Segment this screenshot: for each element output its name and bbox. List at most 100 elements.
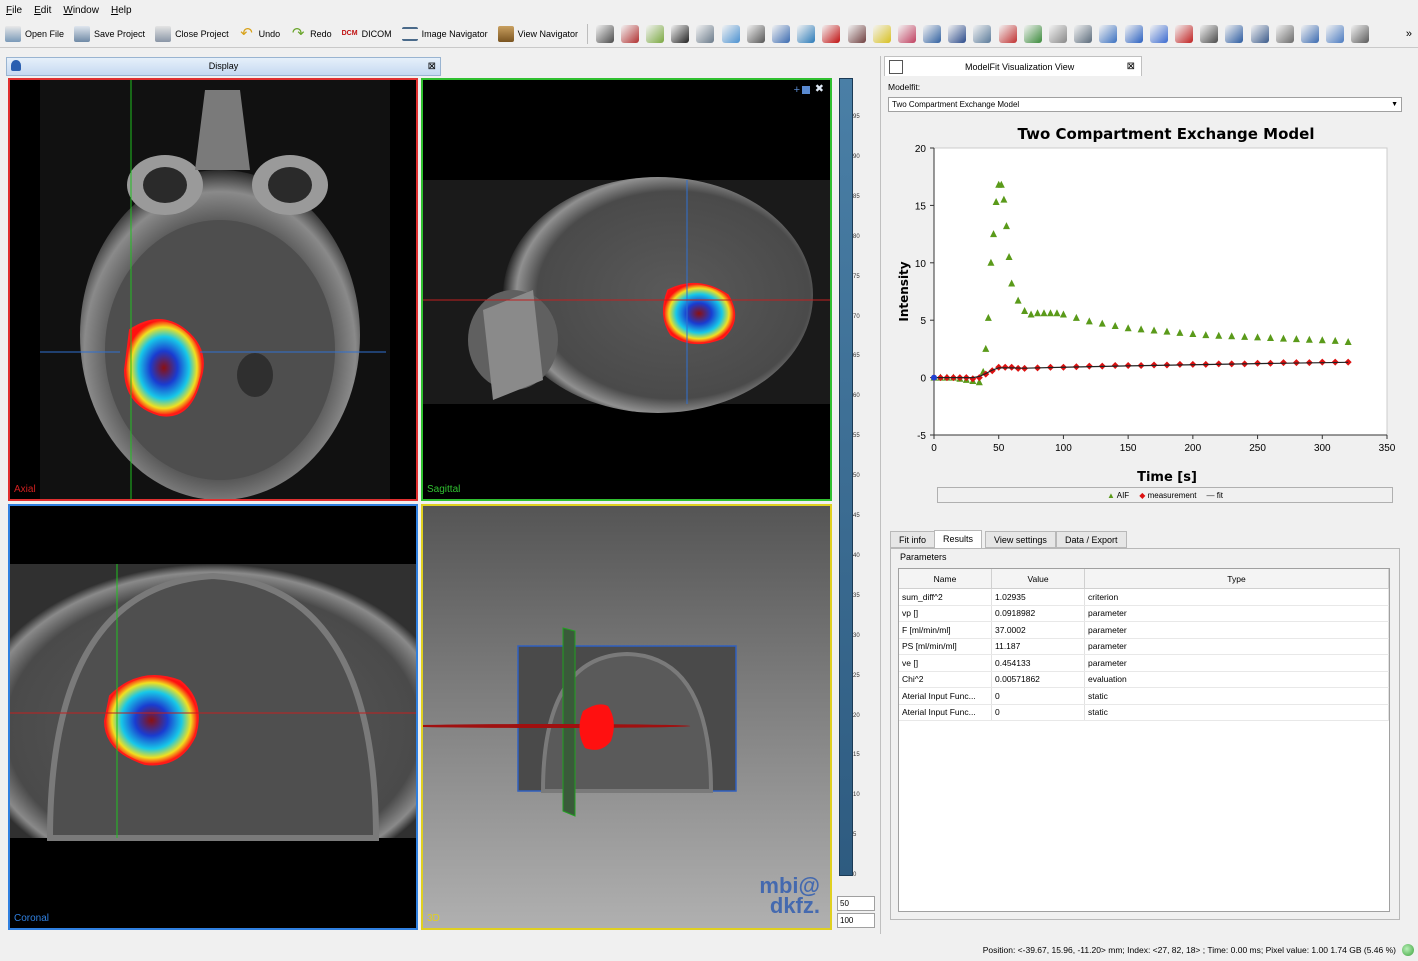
- open-file-button[interactable]: Open File: [0, 22, 69, 46]
- plugin-1-icon[interactable]: [595, 24, 614, 43]
- plugin-17-icon[interactable]: [998, 24, 1017, 43]
- plugin-28-icon[interactable]: [1275, 24, 1294, 43]
- tab-results[interactable]: Results: [934, 530, 983, 549]
- menubar: File Edit Window Help: [0, 0, 1418, 20]
- table-row[interactable]: sum_diff^2 1.02935 criterion: [899, 588, 1389, 606]
- x-axis-label: Time [s]: [1137, 470, 1197, 485]
- plugin-23-icon[interactable]: [1149, 24, 1168, 43]
- level-window-tick: 75: [853, 273, 860, 280]
- level-window-tick: 80: [853, 233, 860, 240]
- toolbar-overflow-icon[interactable]: »: [1406, 28, 1412, 40]
- plugin-27-icon[interactable]: [1250, 24, 1269, 43]
- cell-name: Aterial Input Func...: [899, 704, 992, 721]
- table-row[interactable]: PS [ml/min/ml] 11.187 parameter: [899, 638, 1389, 655]
- dicom-button[interactable]: DCM DICOM: [337, 22, 397, 46]
- y-tick-label: 0: [920, 374, 926, 385]
- close-project-button[interactable]: Close Project: [150, 22, 234, 46]
- view-navigator-button[interactable]: View Navigator: [493, 22, 583, 46]
- maximize-icon[interactable]: [802, 86, 810, 94]
- plugin-13-icon[interactable]: [897, 24, 916, 43]
- table-row[interactable]: F [ml/min/ml] 37.0002 parameter: [899, 621, 1389, 639]
- save-project-button[interactable]: Save Project: [69, 22, 150, 46]
- plugin-6-icon[interactable]: [721, 24, 740, 43]
- crosshair-icon[interactable]: +: [794, 84, 800, 96]
- sagittal-view[interactable]: + ✖ Sagittal: [421, 78, 832, 501]
- table-row[interactable]: Aterial Input Func... 0 static: [899, 687, 1389, 705]
- plugin-toolbar: [592, 24, 1373, 43]
- level-window-tick: 0: [853, 872, 857, 879]
- plugin-16-icon[interactable]: [973, 24, 992, 43]
- redo-icon: ↷: [291, 24, 305, 42]
- undo-button[interactable]: ↶ Undo: [234, 22, 286, 46]
- plugin-31-icon[interactable]: [1351, 24, 1370, 43]
- image-navigator-button[interactable]: Image Navigator: [397, 22, 493, 46]
- plugin-19-icon[interactable]: [1049, 24, 1068, 43]
- axial-view[interactable]: Axial: [8, 78, 418, 501]
- plugin-29-icon[interactable]: [1300, 24, 1319, 43]
- level-window-tick: 45: [853, 513, 860, 519]
- 3d-view[interactable]: mbi@ dkfz. 3D: [421, 504, 832, 930]
- column-header-value[interactable]: Value: [991, 569, 1085, 589]
- plugin-20-icon[interactable]: [1074, 24, 1093, 43]
- tab-data-export[interactable]: Data / Export: [1056, 531, 1127, 548]
- cell-value: 1.02935: [991, 588, 1085, 606]
- plugin-3-icon[interactable]: [646, 24, 665, 43]
- plugin-22-icon[interactable]: [1124, 24, 1143, 43]
- plugin-11-icon[interactable]: [847, 24, 866, 43]
- cell-name: PS [ml/min/ml]: [899, 638, 992, 655]
- plugin-7-icon[interactable]: [746, 24, 765, 43]
- toolbar-separator: [587, 23, 589, 44]
- plugin-9-icon[interactable]: [797, 24, 816, 43]
- cell-value: 0.00571862: [991, 671, 1085, 688]
- table-row[interactable]: vp [] 0.0918982 parameter: [899, 605, 1389, 622]
- close-icon[interactable]: ⊠: [428, 58, 436, 75]
- modelfit-view-tab[interactable]: ModelFit Visualization View ⊠: [884, 56, 1142, 76]
- tab-fit-info[interactable]: Fit info: [890, 531, 936, 548]
- cell-value: 37.0002: [991, 621, 1085, 639]
- column-header-name[interactable]: Name: [899, 569, 992, 589]
- plugin-15-icon[interactable]: [948, 24, 967, 43]
- column-header-type[interactable]: Type: [1084, 569, 1389, 589]
- axial-image: [40, 80, 390, 499]
- tab-view-settings[interactable]: View settings: [985, 531, 1056, 548]
- plugin-18-icon[interactable]: [1023, 24, 1042, 43]
- dicom-icon: DCM: [341, 29, 358, 37]
- redo-button[interactable]: ↷ Redo: [285, 22, 337, 46]
- table-row[interactable]: Chi^2 0.00571862 evaluation: [899, 671, 1389, 688]
- level-window-tick: 65: [853, 353, 860, 360]
- plugin-24-icon[interactable]: [1174, 24, 1193, 43]
- plugin-30-icon[interactable]: [1326, 24, 1345, 43]
- plugin-5-icon[interactable]: [696, 24, 715, 43]
- legend-fit: — fit: [1206, 490, 1223, 500]
- plugin-26-icon[interactable]: [1225, 24, 1244, 43]
- x-tick-label: 0: [931, 443, 937, 454]
- menu-window[interactable]: Window: [57, 5, 105, 16]
- plugin-10-icon[interactable]: [822, 24, 841, 43]
- open-file-icon: [5, 25, 21, 42]
- plugin-4-icon[interactable]: [671, 24, 690, 43]
- memory-status-icon: [1402, 944, 1414, 956]
- coronal-view[interactable]: Coronal: [8, 504, 418, 930]
- plugin-8-icon[interactable]: [771, 24, 790, 43]
- table-row[interactable]: ve [] 0.454133 parameter: [899, 654, 1389, 672]
- cell-name: Aterial Input Func...: [899, 687, 992, 705]
- plugin-14-icon[interactable]: [923, 24, 942, 43]
- plugin-12-icon[interactable]: [872, 24, 891, 43]
- status-bar: Position: <-39.67, 15.96, -11.20> mm; In…: [0, 940, 1418, 961]
- table-row[interactable]: Aterial Input Func... 0 static: [899, 704, 1389, 721]
- plugin-21-icon[interactable]: [1099, 24, 1118, 43]
- menu-file[interactable]: File: [0, 5, 28, 16]
- modelfit-dropdown[interactable]: Two Compartment Exchange Model ▼: [888, 97, 1402, 112]
- level-input[interactable]: 50: [837, 896, 875, 911]
- menu-help[interactable]: Help: [105, 5, 138, 16]
- window-input[interactable]: 100: [837, 913, 875, 928]
- cell-type: static: [1084, 687, 1389, 705]
- tools-icon[interactable]: ✖: [815, 82, 824, 95]
- plugin-25-icon[interactable]: [1200, 24, 1219, 43]
- x-tick-label: 50: [993, 443, 1005, 454]
- close-icon[interactable]: ⊠: [1127, 57, 1135, 77]
- close-project-label: Close Project: [175, 28, 229, 39]
- menu-edit[interactable]: Edit: [28, 5, 57, 16]
- plugin-2-icon[interactable]: [620, 24, 639, 43]
- level-window-slider[interactable]: [839, 78, 853, 876]
